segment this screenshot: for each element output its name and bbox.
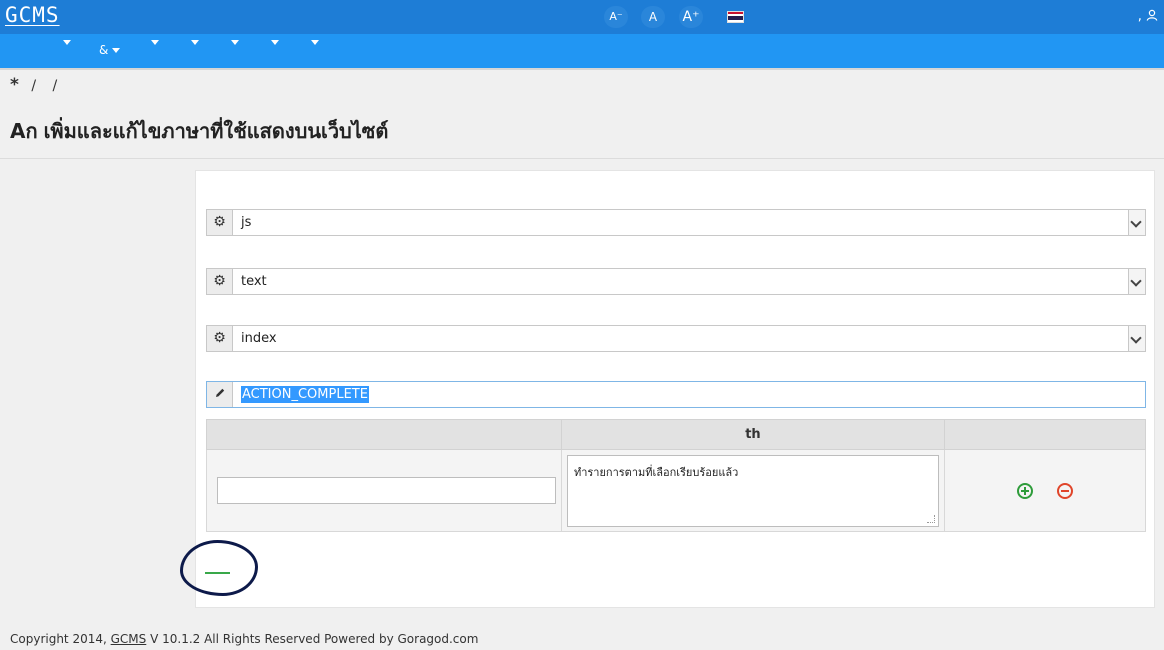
chevron-down-icon[interactable] — [1128, 210, 1145, 235]
caret-down-icon — [271, 40, 279, 45]
caret-down-icon — [63, 40, 71, 45]
chevron-down-icon[interactable] — [1128, 269, 1145, 294]
main-navbar: & — [0, 34, 1164, 68]
page-title: Aก เพิ่มและแก้ไขภาษาที่ใช้แสดงบนเว็บไซต์ — [10, 115, 388, 147]
chevron-down-icon[interactable] — [1128, 326, 1145, 351]
remove-row-icon[interactable] — [1057, 482, 1074, 499]
kind-select[interactable]: ⚙ text — [206, 268, 1146, 295]
type-select[interactable]: ⚙ js — [206, 209, 1146, 236]
key-input-value: ACTION_COMPLETE — [241, 386, 369, 403]
site-logo[interactable]: GCMS — [5, 3, 60, 27]
navbar-divider — [0, 68, 1164, 70]
row-key-input[interactable] — [217, 477, 556, 504]
language-icon: Aก — [10, 119, 38, 143]
language-table: th ทำรายการตามที่เลือกเรียบร้อยแล้ว — [206, 419, 1147, 532]
nav-dropdown-3[interactable] — [151, 35, 159, 69]
language-edit-panel: ⚙ js ⚙ text ⚙ index ACTION_COMPLETE th ท… — [195, 170, 1155, 608]
owner-select-value: index — [241, 331, 277, 346]
footer-suffix: V 10.1.2 All Rights Reserved Powered by … — [146, 632, 479, 646]
page-title-text: เพิ่มและแก้ไขภาษาที่ใช้แสดงบนเว็บไซต์ — [43, 119, 389, 143]
caret-down-icon — [112, 48, 121, 53]
nav-dropdown-4[interactable] — [191, 35, 199, 69]
footer-prefix: Copyright 2014, — [10, 632, 111, 646]
column-header-actions — [943, 419, 1147, 450]
header-divider — [0, 158, 1164, 159]
kind-select-value: text — [241, 274, 267, 289]
font-size-small-button[interactable]: A⁻ — [604, 6, 628, 28]
type-select-value: js — [241, 215, 252, 230]
table-row: ทำรายการตามที่เลือกเรียบร้อยแล้ว — [206, 449, 1147, 532]
footer: Copyright 2014, GCMS V 10.1.2 All Rights… — [10, 632, 478, 646]
gear-icon: ⚙ — [207, 269, 233, 294]
caret-down-icon — [151, 40, 159, 45]
nav-dropdown-7[interactable] — [311, 35, 319, 69]
caret-down-icon — [191, 40, 199, 45]
breadcrumb: * / / — [10, 75, 61, 95]
add-row-icon[interactable] — [1016, 482, 1033, 499]
breadcrumb-separator: / — [31, 78, 37, 94]
footer-brand-link[interactable]: GCMS — [111, 632, 147, 646]
nav-dropdown-1[interactable] — [63, 35, 71, 69]
caret-down-icon — [311, 40, 319, 45]
breadcrumb-separator: / — [52, 78, 58, 94]
gear-icon: ⚙ — [207, 326, 233, 351]
home-icon[interactable]: * — [10, 75, 19, 95]
user-menu[interactable]: , — [1138, 9, 1158, 24]
column-header-th: th — [560, 419, 945, 450]
user-prefix: , — [1137, 9, 1142, 24]
annotation-circle — [180, 540, 258, 596]
key-input[interactable]: ACTION_COMPLETE — [206, 381, 1146, 408]
gear-icon: ⚙ — [207, 210, 233, 235]
nav-item-label: & — [99, 43, 109, 57]
font-size-normal-button[interactable]: A — [641, 6, 665, 28]
pencil-icon — [207, 382, 233, 407]
column-header-key — [206, 419, 562, 450]
nav-dropdown-6[interactable] — [271, 35, 279, 69]
owner-select[interactable]: ⚙ index — [206, 325, 1146, 352]
nav-dropdown-2[interactable]: & — [99, 43, 121, 77]
top-bar: GCMS A⁻ A A⁺ , — [0, 0, 1164, 34]
thai-flag-icon[interactable] — [727, 11, 744, 23]
translation-text: ทำรายการตามที่เลือกเรียบร้อยแล้ว — [573, 465, 739, 479]
nav-dropdown-5[interactable] — [231, 35, 239, 69]
font-size-large-button[interactable]: A⁺ — [679, 6, 703, 28]
caret-down-icon — [231, 40, 239, 45]
submit-button[interactable] — [205, 572, 230, 574]
translation-textarea-th[interactable]: ทำรายการตามที่เลือกเรียบร้อยแล้ว — [566, 454, 939, 527]
resize-handle-icon[interactable] — [926, 514, 935, 523]
user-icon — [1146, 9, 1158, 21]
